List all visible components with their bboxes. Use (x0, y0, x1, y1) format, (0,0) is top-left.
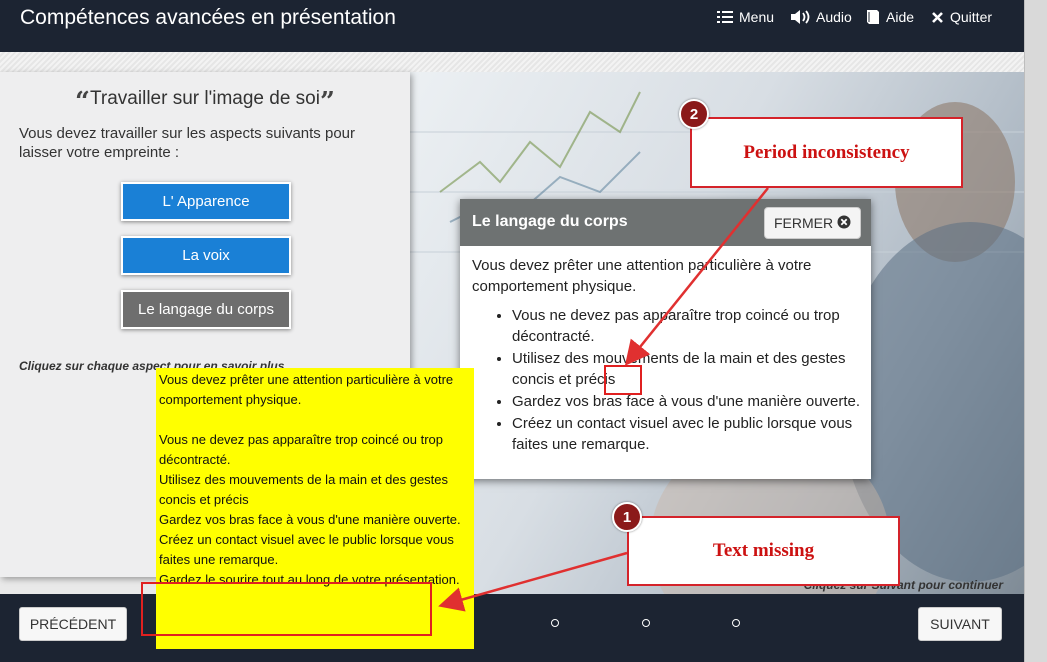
decorative-stripe (0, 52, 1024, 72)
note-line: Utilisez des mouvements de la main et de… (159, 472, 449, 507)
panel-title: “Travailler sur l'image de soi” (0, 88, 410, 115)
list-icon (717, 10, 733, 24)
popup-title: Le langage du corps (472, 213, 628, 230)
aspect-button-body-language[interactable]: Le langage du corps (121, 290, 291, 329)
annotation-badge-1: 1 (612, 502, 642, 532)
audio-label: Audio (816, 9, 852, 25)
popup-bullet-list: Vous ne devez pas apparaître trop coincé… (472, 305, 862, 455)
window-frame (1024, 0, 1047, 662)
previous-button[interactable]: PRÉCÉDENT (19, 607, 127, 641)
next-button[interactable]: SUIVANT (918, 607, 1002, 641)
menu-button[interactable]: Menu (717, 7, 774, 27)
aspect-button-voice[interactable]: La voix (121, 236, 291, 275)
page-dot[interactable] (732, 619, 740, 627)
popup-intro: Vous devez prêter une attention particul… (472, 257, 812, 295)
missing-text-highlight (141, 582, 432, 636)
close-button-label: FERMER (773, 215, 834, 231)
quit-button[interactable]: Quitter (931, 7, 992, 27)
aspect-button-appearance[interactable]: L' Apparence (121, 182, 291, 221)
panel-title-text: Travailler sur l'image de soi (90, 88, 320, 109)
list-item: Vous ne devez pas apparaître trop coincé… (512, 305, 862, 347)
note-line: Vous devez prêter une attention particul… (159, 372, 454, 407)
callout-text-missing: Text missing (627, 516, 900, 586)
open-quote-icon: “ (75, 87, 91, 117)
help-label: Aide (886, 9, 915, 25)
page-dot[interactable] (551, 619, 559, 627)
help-button[interactable]: Aide (866, 7, 914, 27)
callout-period-inconsistency: Period inconsistency (690, 117, 963, 188)
list-item: Créez un contact visuel avec le public l… (512, 413, 862, 455)
page-dot[interactable] (642, 619, 650, 627)
app-title: Compétences avancées en présentation (20, 6, 396, 29)
note-line (159, 410, 474, 430)
body-language-popup: Le langage du corps FERMER Vous devez pr… (460, 199, 871, 479)
close-quote-icon: ” (319, 87, 335, 117)
audio-button[interactable]: Audio (790, 7, 852, 27)
popup-body: Vous devez prêter une attention particul… (472, 255, 862, 456)
period-highlight (604, 365, 642, 395)
note-line: Vous ne devez pas apparaître trop coincé… (159, 432, 444, 467)
note-line: Gardez vos bras face à vous d'une manièr… (159, 512, 461, 527)
note-line: Créez un contact visuel avec le public l… (159, 532, 454, 567)
annotation-badge-2: 2 (679, 99, 709, 129)
book-icon (866, 9, 880, 25)
speaker-icon (790, 9, 810, 25)
close-icon (931, 11, 944, 24)
list-item: Gardez vos bras face à vous d'une manièr… (512, 391, 862, 412)
close-circle-icon (837, 215, 851, 232)
list-item: Utilisez des mouvements de la main et de… (512, 348, 862, 390)
quit-label: Quitter (950, 9, 993, 25)
menu-label: Menu (739, 9, 775, 25)
panel-intro: Vous devez travailler sur les aspects su… (19, 125, 355, 161)
close-popup-button[interactable]: FERMER (764, 207, 861, 239)
